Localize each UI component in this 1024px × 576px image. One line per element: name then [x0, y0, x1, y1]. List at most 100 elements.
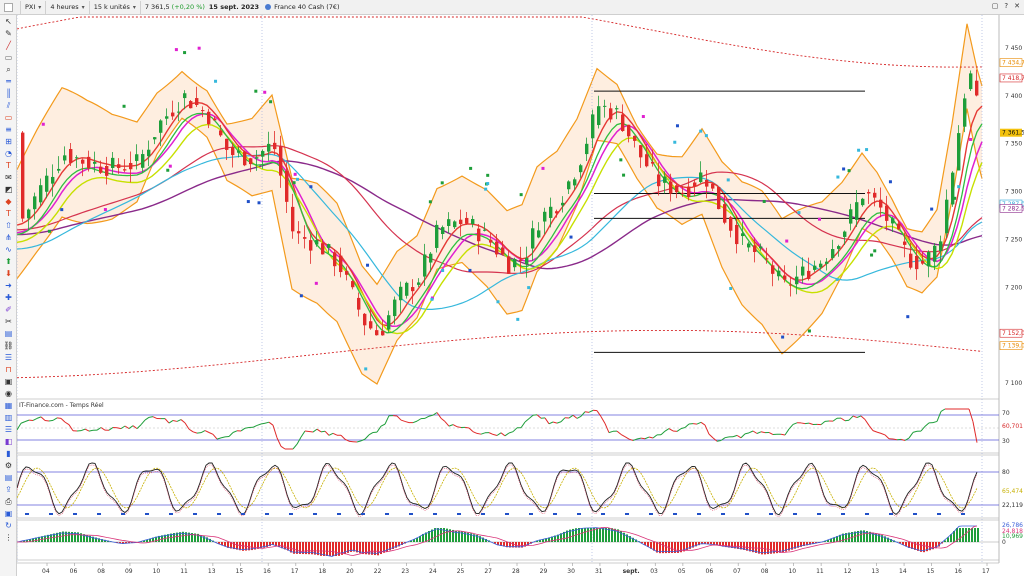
arc-icon[interactable]: ◔: [2, 148, 15, 159]
x-axis-label: 11: [816, 568, 824, 575]
cursor-icon[interactable]: ↖: [2, 16, 15, 27]
signal-marker: [969, 137, 973, 141]
magnet-icon[interactable]: ⊓: [2, 364, 15, 375]
text-icon[interactable]: T: [2, 160, 15, 171]
lock-icon[interactable]: ▣: [2, 376, 15, 387]
period-selector[interactable]: 4 heures ▾: [46, 0, 90, 14]
stoch-marker: [697, 513, 701, 515]
stoch-marker: [961, 513, 965, 515]
signal-marker: [675, 124, 679, 128]
units-label: 15 k unités: [93, 3, 130, 11]
gann-icon[interactable]: ⊞: [2, 136, 15, 147]
marker-icon[interactable]: ◆: [2, 196, 15, 207]
settings-icon[interactable]: ⚙: [2, 460, 15, 471]
candle-body: [645, 154, 649, 167]
candle-body: [261, 151, 265, 157]
price-chart[interactable]: 7 4507 4007 3507 3007 2507 2007 1507 100…: [17, 15, 1024, 576]
candle-body: [423, 254, 427, 277]
template-icon[interactable]: ▤: [2, 472, 15, 483]
macd-histogram-bar: [605, 528, 607, 542]
rsi-line: [320, 430, 326, 433]
x-axis-label: 30: [567, 568, 575, 575]
arrow-right-icon[interactable]: ➜: [2, 280, 15, 291]
grid-icon[interactable]: ▦: [2, 400, 15, 411]
candle-body: [819, 263, 823, 268]
candle-body: [969, 73, 973, 90]
fill-icon[interactable]: ◩: [2, 184, 15, 195]
more-icon[interactable]: ⋮: [2, 532, 15, 543]
cut-icon[interactable]: ✂: [2, 316, 15, 327]
signal-marker: [469, 166, 473, 170]
candle-body: [891, 218, 895, 224]
price-axis-tick: 7 300: [1005, 189, 1022, 196]
x-axis-label: 16: [954, 568, 962, 575]
rsi-line: [844, 419, 850, 422]
hline-icon[interactable]: ═: [2, 76, 15, 87]
save-icon[interactable]: ▣: [2, 508, 15, 519]
print-icon[interactable]: ⎙: [2, 496, 15, 507]
stoch-marker: [265, 513, 269, 515]
rect-icon[interactable]: ▭: [2, 112, 15, 123]
candle-body: [909, 253, 913, 268]
wave-icon[interactable]: ∿: [2, 244, 15, 255]
bars-icon[interactable]: ▥: [2, 412, 15, 423]
candle-body: [297, 231, 301, 234]
candle-body: [381, 331, 385, 336]
note-icon[interactable]: ✉: [2, 172, 15, 183]
arrow-green-icon[interactable]: ⬆: [2, 256, 15, 267]
fib-icon[interactable]: ≡: [2, 124, 15, 135]
candle-body: [543, 211, 547, 222]
candle-body: [99, 166, 103, 173]
candle-body: [723, 204, 727, 223]
vline-icon[interactable]: ║: [2, 88, 15, 99]
pitch-icon[interactable]: ⋔: [2, 232, 15, 243]
candle-body: [783, 275, 787, 280]
chart-settings-button[interactable]: [0, 0, 21, 14]
candle-body: [243, 151, 247, 166]
refresh-icon[interactable]: ↻: [2, 520, 15, 531]
stoch-marker: [169, 513, 173, 515]
layers-icon[interactable]: ☰: [2, 352, 15, 363]
zoom-icon[interactable]: ⌕: [2, 64, 15, 75]
candle-body: [273, 142, 277, 150]
link-icon[interactable]: ⛓: [2, 340, 15, 351]
candle-body: [879, 199, 883, 208]
trash-icon[interactable]: ▮: [2, 448, 15, 459]
ruler-icon[interactable]: ▭: [2, 52, 15, 63]
arrow-up-icon[interactable]: ⇧: [2, 220, 15, 231]
candle-body: [447, 219, 451, 226]
symbol-selector[interactable]: PXI ▾: [21, 0, 47, 14]
candle-body: [147, 149, 151, 157]
pencil-icon[interactable]: ✎: [2, 28, 15, 39]
units-selector[interactable]: 15 k unités ▾: [90, 0, 141, 14]
arrow-red-icon[interactable]: ⬇: [2, 268, 15, 279]
brush-icon[interactable]: ✐: [2, 304, 15, 315]
signal-marker: [953, 196, 957, 200]
eye-icon[interactable]: ◉: [2, 388, 15, 399]
candle-body: [513, 258, 517, 268]
stats-icon[interactable]: ▤: [2, 328, 15, 339]
export-icon[interactable]: ⇪: [2, 484, 15, 495]
chart-icon: [4, 2, 13, 12]
channel-icon[interactable]: ⫽: [2, 100, 15, 111]
candle-body: [489, 239, 493, 243]
text2-icon[interactable]: T: [2, 208, 15, 219]
line-icon[interactable]: ╱: [2, 40, 15, 51]
rsi-line: [244, 427, 250, 429]
candle-body: [747, 243, 751, 248]
candle-body: [399, 286, 403, 301]
candle-body: [849, 209, 853, 224]
candle-body: [135, 154, 139, 161]
plus-icon[interactable]: ✚: [2, 292, 15, 303]
stoch-marker: [121, 513, 125, 515]
candle-body: [153, 137, 157, 140]
candle-body: [861, 198, 865, 206]
close-icon[interactable]: ✕: [1014, 2, 1020, 10]
list-icon[interactable]: ☰: [2, 424, 15, 435]
shape-icon[interactable]: ◧: [2, 436, 15, 447]
candle-body: [255, 157, 259, 159]
help-icon[interactable]: ?: [1004, 2, 1008, 10]
signal-marker: [269, 100, 273, 104]
signal-marker: [673, 140, 677, 144]
restore-icon[interactable]: ▢: [992, 2, 999, 10]
